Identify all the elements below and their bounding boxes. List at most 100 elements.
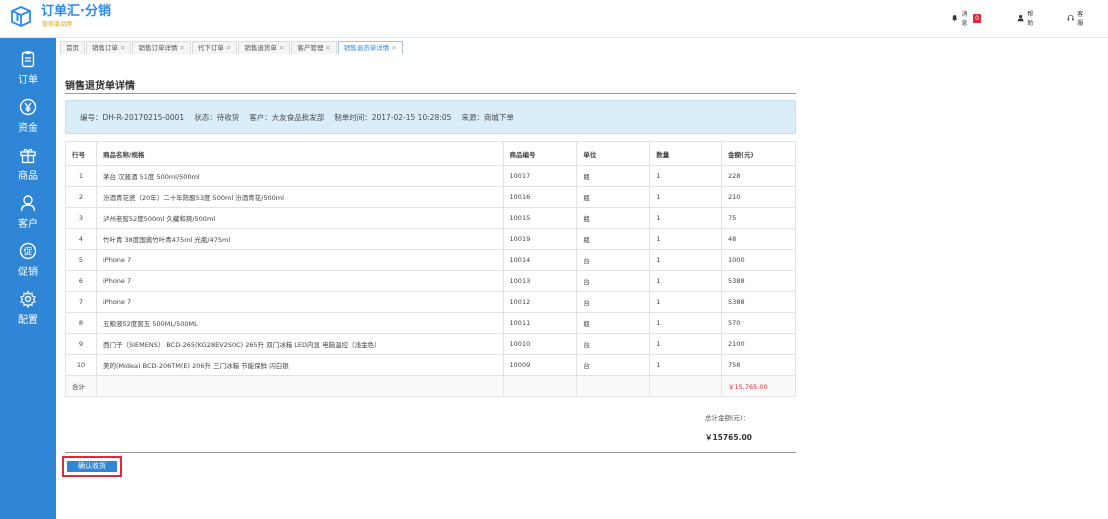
cell-unit: 台 — [576, 291, 651, 313]
tab-label: 销售退货单 — [244, 43, 277, 52]
tab-sales-returns[interactable]: 销售退货单 ✕ — [238, 40, 291, 54]
tab-customer-management[interactable]: 客户管理 ✕ — [291, 40, 337, 54]
clipboard-icon — [21, 51, 35, 68]
close-icon[interactable]: ✕ — [179, 44, 184, 52]
sum-empty-cell — [502, 375, 578, 397]
title-divider — [65, 93, 796, 94]
cell-product-code: 10010 — [502, 333, 578, 355]
cell-quantity: 1 — [649, 270, 723, 292]
tab-label: 客户管理 — [297, 43, 324, 52]
cell-quantity: 1 — [649, 228, 723, 250]
close-icon[interactable]: ✕ — [279, 44, 284, 52]
sidebar-item-products[interactable]: 商品 — [0, 146, 56, 190]
service-button[interactable]: 客服 — [1067, 11, 1086, 27]
table-body: 1 茅台 汉酱酒 51度 500ml/500ml 10017 瓶 1 228 2 汾酒青花瓷（… — [65, 165, 796, 397]
cell-unit: 台 — [576, 354, 651, 376]
order-created-time: 制单时间：2017-02-15 10:28:05 — [334, 112, 452, 122]
order-number: 编号：DH-R-20170215-0001 — [80, 112, 185, 122]
sidebar: 订单 资金 商品 客户 促 促销 配置 — [0, 38, 56, 519]
close-icon[interactable]: ✕ — [391, 44, 396, 52]
cell-unit: 瓶 — [576, 186, 651, 208]
cell-amount: 5388 — [721, 270, 796, 292]
table-sum-row: 合计 ￥15,765.00 — [65, 375, 796, 397]
cell-product-code: 10012 — [502, 291, 578, 313]
items-table: 行号 商品名称/规格 商品编号 单位 数量 金额(元) 1 茅台 汉酱酒 51度 … — [65, 141, 796, 397]
bell-icon — [952, 15, 958, 22]
tab-label: 代下订单 — [197, 43, 224, 52]
confirm-highlight: 确认收货 — [62, 456, 122, 477]
close-icon[interactable]: ✕ — [226, 44, 231, 52]
sidebar-item-label: 商品 — [18, 171, 38, 182]
cell-amount: 75 — [721, 207, 796, 229]
cell-quantity: 1 — [649, 165, 723, 187]
sidebar-item-promotions[interactable]: 促 促销 — [0, 242, 56, 286]
sidebar-item-settings[interactable]: 配置 — [0, 290, 56, 334]
messages-button[interactable]: 消息 0 — [951, 11, 981, 27]
cell-amount: 2100 — [721, 333, 796, 355]
cell-line-no: 8 — [65, 312, 97, 334]
user-icon — [1017, 14, 1024, 22]
cell-quantity: 1 — [649, 249, 723, 271]
header-amount: 金额(元) — [721, 141, 796, 166]
cell-product-name: 五粮液52度窖五 500ML/500ML — [95, 312, 504, 334]
sidebar-item-customers[interactable]: 客户 — [0, 194, 56, 238]
brand-name: 订单汇·分销 — [41, 4, 111, 19]
tab-sales-orders[interactable]: 销售订单 ✕ — [86, 40, 132, 54]
headset-icon — [1067, 14, 1074, 21]
cell-product-code: 10009 — [502, 354, 578, 376]
user-icon — [20, 195, 36, 212]
cell-unit: 瓶 — [576, 228, 651, 250]
tab-label: 销售订单详情 — [138, 43, 178, 52]
cell-product-code: 10011 — [502, 312, 578, 334]
brand-subtitle: 管家婆品牌 — [42, 21, 73, 28]
tab-strip: 首页 销售订单 ✕ 销售订单详情 ✕ 代下订单 ✕ 销售退货单 ✕ 客户管理 ✕ 销售退货… — [60, 40, 404, 54]
sum-empty-cell — [95, 375, 504, 397]
cell-unit: 瓶 — [576, 207, 651, 229]
help-button[interactable]: 帮助 — [1017, 11, 1036, 27]
cell-amount: 758 — [721, 354, 796, 376]
tab-label: 销售退货单详情 — [343, 43, 390, 52]
sidebar-item-funds[interactable]: 资金 — [0, 98, 56, 142]
tab-sales-return-detail[interactable]: 销售退货单详情 ✕ — [337, 40, 403, 54]
cell-amount: 210 — [721, 186, 796, 208]
tab-home[interactable]: 首页 — [60, 40, 85, 54]
sum-empty-cell — [576, 375, 651, 397]
table-row: 2 汾酒青花瓷（20年）二十年陈酿53度 500ml 汾酒青花/500ml 1001… — [65, 186, 796, 208]
order-customer: 客户：大友食品批发部 — [249, 112, 325, 122]
cell-quantity: 1 — [649, 333, 723, 355]
sidebar-item-orders[interactable]: 订单 — [0, 50, 56, 94]
cell-quantity: 1 — [649, 186, 723, 208]
total-amount-value: ￥15765.00 — [705, 433, 752, 442]
confirm-receipt-button[interactable]: 确认收货 — [67, 461, 117, 472]
close-icon[interactable]: ✕ — [120, 44, 125, 52]
cell-line-no: 4 — [65, 228, 97, 250]
cell-line-no: 1 — [65, 165, 97, 187]
table-row: 3 泸州老窖52度500ml 久藏和爽/500ml 10015 瓶 1 75 — [65, 207, 796, 229]
cell-line-no: 5 — [65, 249, 97, 271]
header-unit: 单位 — [576, 141, 651, 166]
cell-amount: 5388 — [721, 291, 796, 313]
page-title: 销售退货单详情 — [65, 81, 135, 92]
bottom-divider — [65, 452, 796, 453]
order-info-bar: 编号：DH-R-20170215-0001 状态：待收货 客户：大友食品批发部 … — [65, 100, 796, 134]
header-product-code: 商品编号 — [502, 141, 578, 166]
cell-quantity: 1 — [649, 291, 723, 313]
gear-icon — [20, 290, 36, 308]
cell-quantity: 1 — [649, 207, 723, 229]
promo-icon: 促 — [19, 242, 37, 260]
tab-sales-order-detail[interactable]: 销售订单详情 ✕ — [132, 40, 191, 54]
table-row: 5 iPhone 7 10014 台 1 1000 — [65, 249, 796, 271]
tab-label: 首页 — [66, 43, 79, 52]
messages-label: 消息 — [961, 11, 968, 27]
cell-quantity: 1 — [649, 312, 723, 334]
tab-proxy-orders[interactable]: 代下订单 ✕ — [191, 40, 238, 54]
close-icon[interactable]: ✕ — [325, 44, 330, 52]
table-row: 10 美的(Midea) BCD-206TM(E) 206升 三门冰箱 节能保鲜 … — [65, 354, 796, 376]
header-quantity: 数量 — [649, 141, 723, 166]
cell-product-name: iPhone 7 — [95, 270, 504, 292]
cell-amount: 228 — [721, 165, 796, 187]
cell-amount: 48 — [721, 228, 796, 250]
cell-unit: 台 — [576, 270, 651, 292]
table-row: 9 西门子（SIEMENS） BCD-265(KG28EV2S0C) 265升 双… — [65, 333, 796, 355]
cell-line-no: 7 — [65, 291, 97, 313]
